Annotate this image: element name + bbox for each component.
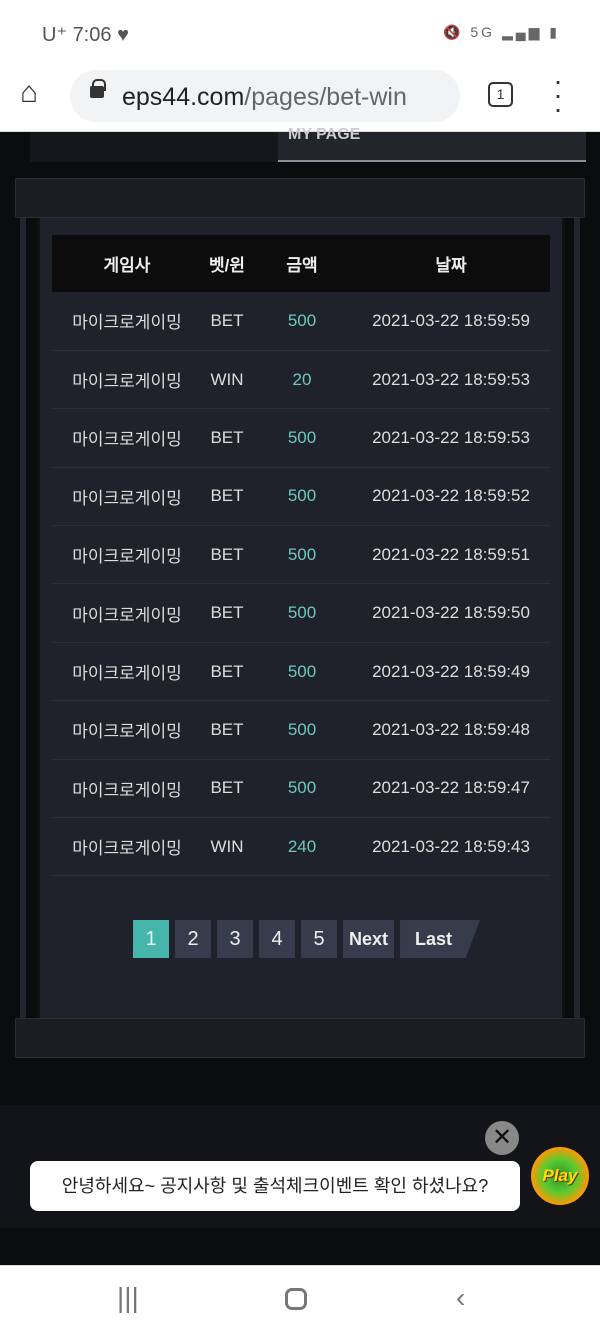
5g-icon: 5G [470, 24, 496, 40]
page-1-button[interactable]: 1 [133, 920, 169, 958]
tab-switcher-button[interactable]: 1 [488, 82, 513, 107]
date-cell: 2021-03-22 18:59:49 [352, 642, 550, 702]
bet-win-table: 게임사 벳/윈 금액 날짜 마이크로게이밍 BET 500 2021-03-22 18… [52, 235, 550, 877]
carrier: U⁺ [42, 24, 67, 46]
provider-cell: 마이크로게이밍 [52, 817, 202, 877]
amount-cell: 500 [252, 467, 352, 527]
type-cell: BET [202, 525, 252, 585]
table-row: 마이크로게이밍 BET 500 2021-03-22 18:59:49 [52, 642, 550, 702]
home-icon[interactable]: ⌂ [20, 76, 38, 110]
table-row: 마이크로게이밍 BET 500 2021-03-22 18:59:59 [52, 292, 550, 351]
panel-rail [574, 218, 580, 1018]
type-cell: BET [202, 467, 252, 527]
table-row: 마이크로게이밍 BET 500 2021-03-22 18:59:52 [52, 467, 550, 527]
signal-icon: ▂▄▆ [501, 24, 543, 40]
amount-cell: 20 [252, 350, 352, 410]
date-cell: 2021-03-22 18:59:50 [352, 583, 550, 643]
type-cell: WIN [202, 817, 252, 877]
provider-cell: 마이크로게이밍 [52, 583, 202, 643]
table-row: 마이크로게이밍 BET 500 2021-03-22 18:59:53 [52, 408, 550, 468]
col-date: 날짜 [352, 235, 550, 292]
table-row: 마이크로게이밍 BET 500 2021-03-22 18:59:47 [52, 759, 550, 819]
provider-cell: 마이크로게이밍 [52, 292, 202, 351]
panel-bottom-bar [15, 1018, 585, 1058]
pagination: 1 2 3 4 5 Next Last [133, 920, 481, 958]
date-cell: 2021-03-22 18:59:51 [352, 525, 550, 585]
provider-cell: 마이크로게이밍 [52, 642, 202, 702]
amount-cell: 500 [252, 759, 352, 819]
provider-cell: 마이크로게이밍 [52, 408, 202, 468]
col-provider: 게임사 [52, 235, 202, 292]
mute-icon: 🔇 [443, 24, 464, 40]
logo-area [30, 132, 278, 162]
my-page-tab[interactable]: MY PAGE [278, 126, 586, 162]
provider-cell: 마이크로게이밍 [52, 350, 202, 410]
col-amount: 금액 [252, 235, 352, 292]
android-nav-bar: ||| ‹ [0, 1265, 600, 1333]
close-icon[interactable]: ✕ [485, 1121, 519, 1155]
date-cell: 2021-03-22 18:59:52 [352, 467, 550, 527]
panel-rail [20, 218, 26, 1018]
page-3-button[interactable]: 3 [217, 920, 253, 958]
url-text: eps44.com/pages/bet-win [122, 83, 407, 112]
date-cell: 2021-03-22 18:59:53 [352, 350, 550, 410]
type-cell: BET [202, 408, 252, 468]
status-icons: 🔇 5G ▂▄▆ ▮ [443, 24, 560, 41]
recent-apps-icon[interactable]: ||| [117, 1282, 139, 1314]
amount-cell: 500 [252, 583, 352, 643]
table-row: 마이크로게이밍 BET 500 2021-03-22 18:59:48 [52, 700, 550, 760]
type-cell: WIN [202, 350, 252, 410]
type-cell: BET [202, 700, 252, 760]
panel-top-bar [15, 178, 585, 218]
table-row: 마이크로게이밍 BET 500 2021-03-22 18:59:51 [52, 525, 550, 585]
status-bar: U⁺ 7:06 ♥ 🔇 5G ▂▄▆ ▮ [0, 0, 600, 62]
date-cell: 2021-03-22 18:59:43 [352, 817, 550, 877]
table-row: 마이크로게이밍 BET 500 2021-03-22 18:59:50 [52, 583, 550, 643]
url-domain: eps44.com [122, 83, 245, 111]
provider-cell: 마이크로게이밍 [52, 759, 202, 819]
address-bar[interactable]: eps44.com/pages/bet-win [70, 70, 460, 122]
home-nav-icon[interactable] [285, 1288, 307, 1310]
url-path: /pages/bet-win [244, 83, 407, 111]
amount-cell: 500 [252, 408, 352, 468]
type-cell: BET [202, 292, 252, 351]
more-menu-icon[interactable]: · · · [550, 67, 566, 123]
date-cell: 2021-03-22 18:59:47 [352, 759, 550, 819]
date-cell: 2021-03-22 18:59:53 [352, 408, 550, 468]
lock-icon [90, 79, 106, 98]
clock: 7:06 [72, 24, 112, 46]
provider-cell: 마이크로게이밍 [52, 467, 202, 527]
type-cell: BET [202, 642, 252, 702]
chat-message-bubble[interactable]: 안녕하세요~ 공지사항 및 출석체크이벤트 확인 하셨나요? [30, 1161, 520, 1211]
table-row: 마이크로게이밍 WIN 20 2021-03-22 18:59:53 [52, 350, 550, 410]
table-header: 게임사 벳/윈 금액 날짜 [52, 235, 550, 292]
col-type: 벳/윈 [202, 235, 252, 292]
amount-cell: 500 [252, 525, 352, 585]
amount-cell: 240 [252, 817, 352, 877]
provider-cell: 마이크로게이밍 [52, 525, 202, 585]
date-cell: 2021-03-22 18:59:59 [352, 292, 550, 351]
last-button[interactable]: Last [400, 920, 481, 958]
battery-charging-icon: ▮ [549, 24, 560, 40]
mr-play-logo[interactable]: Play [531, 1147, 589, 1205]
type-cell: BET [202, 759, 252, 819]
amount-cell: 500 [252, 700, 352, 760]
page-4-button[interactable]: 4 [259, 920, 295, 958]
provider-cell: 마이크로게이밍 [52, 700, 202, 760]
amount-cell: 500 [252, 292, 352, 351]
amount-cell: 500 [252, 642, 352, 702]
page-2-button[interactable]: 2 [175, 920, 211, 958]
type-cell: BET [202, 583, 252, 643]
table-row: 마이크로게이밍 WIN 240 2021-03-22 18:59:43 [52, 817, 550, 877]
next-button[interactable]: Next [343, 920, 395, 958]
heart-icon: ♥ [117, 24, 129, 46]
page-5-button[interactable]: 5 [301, 920, 337, 958]
date-cell: 2021-03-22 18:59:48 [352, 700, 550, 760]
status-left: U⁺ 7:06 ♥ [42, 22, 129, 47]
back-icon[interactable]: ‹ [456, 1282, 465, 1314]
browser-toolbar: ⌂ eps44.com/pages/bet-win 1 · · · [0, 62, 600, 132]
my-page-label: MY PAGE [288, 126, 361, 143]
